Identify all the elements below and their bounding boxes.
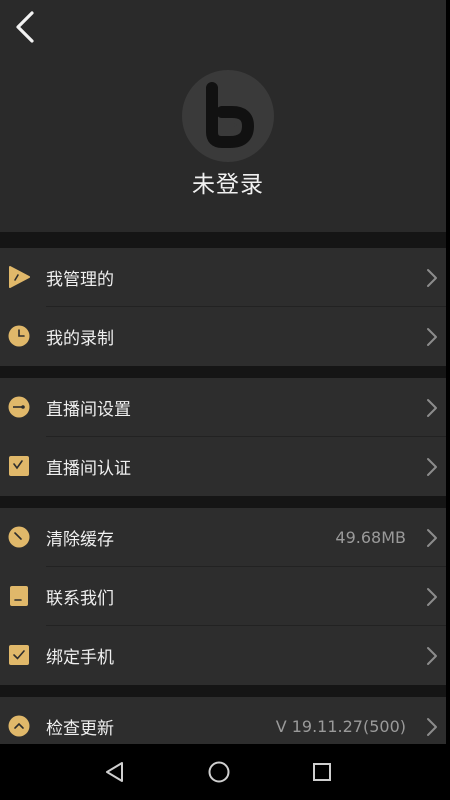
chevron-right-icon [426, 528, 438, 548]
menu-item-bind-phone[interactable]: 绑定手机 [0, 626, 446, 685]
chevron-right-icon [426, 268, 438, 288]
app-logo-icon [206, 82, 254, 148]
menu-item-label: 联系我们 [46, 589, 114, 609]
phone-check-icon [8, 644, 30, 666]
chevron-right-icon [426, 457, 438, 477]
chevron-right-icon [426, 587, 438, 607]
chevron-right-icon [426, 646, 438, 666]
section-divider [0, 685, 446, 697]
menu-item-label: 检查更新 [46, 719, 114, 739]
menu-item-label: 直播间认证 [46, 459, 131, 479]
verify-icon [8, 455, 30, 477]
nav-home-icon[interactable] [205, 758, 233, 786]
menu-item-label: 绑定手机 [46, 648, 114, 668]
menu-item-label: 我管理的 [46, 270, 114, 290]
menu-item-value: V 19.11.27(500) [275, 717, 406, 736]
broom-icon [8, 526, 30, 548]
menu-item-contact[interactable]: 联系我们 [0, 567, 446, 626]
menu-item-label: 直播间设置 [46, 400, 131, 420]
profile-header: 未登录 [0, 0, 446, 232]
menu-item-label: 清除缓存 [46, 530, 114, 550]
screen-edge [446, 0, 450, 744]
update-icon [8, 715, 30, 737]
menu-item-check-update[interactable]: 检查更新 V 19.11.27(500) [0, 697, 446, 744]
chevron-right-icon [426, 398, 438, 418]
menu-item-clear-cache[interactable]: 清除缓存 49.68MB [0, 508, 446, 567]
settings-screen: 未登录 我管理的我的录制直播间设置直播间认证清除缓存 49.68MB 联系我们绑定手… [0, 0, 446, 744]
system-nav-bar [0, 744, 450, 800]
section-divider [0, 366, 446, 378]
chevron-right-icon [426, 327, 438, 347]
avatar[interactable] [182, 70, 274, 162]
menu-item-room-settings[interactable]: 直播间设置 [0, 378, 446, 437]
contact-icon [8, 585, 30, 607]
clock-icon [8, 325, 30, 347]
login-status-label[interactable]: 未登录 [0, 165, 446, 199]
chevron-right-icon [426, 717, 438, 737]
settings-icon [8, 396, 30, 418]
menu-item-managed[interactable]: 我管理的 [0, 248, 446, 307]
menu-item-room-verify[interactable]: 直播间认证 [0, 437, 446, 496]
section-divider [0, 496, 446, 508]
menu-item-value: 49.68MB [335, 528, 406, 547]
back-arrow-icon[interactable] [10, 10, 40, 44]
menu-item-recording[interactable]: 我的录制 [0, 307, 446, 366]
play-icon [8, 266, 30, 288]
nav-back-icon[interactable] [101, 758, 129, 786]
section-divider [0, 232, 446, 248]
menu-item-label: 我的录制 [46, 329, 114, 349]
nav-recents-icon[interactable] [308, 758, 336, 786]
